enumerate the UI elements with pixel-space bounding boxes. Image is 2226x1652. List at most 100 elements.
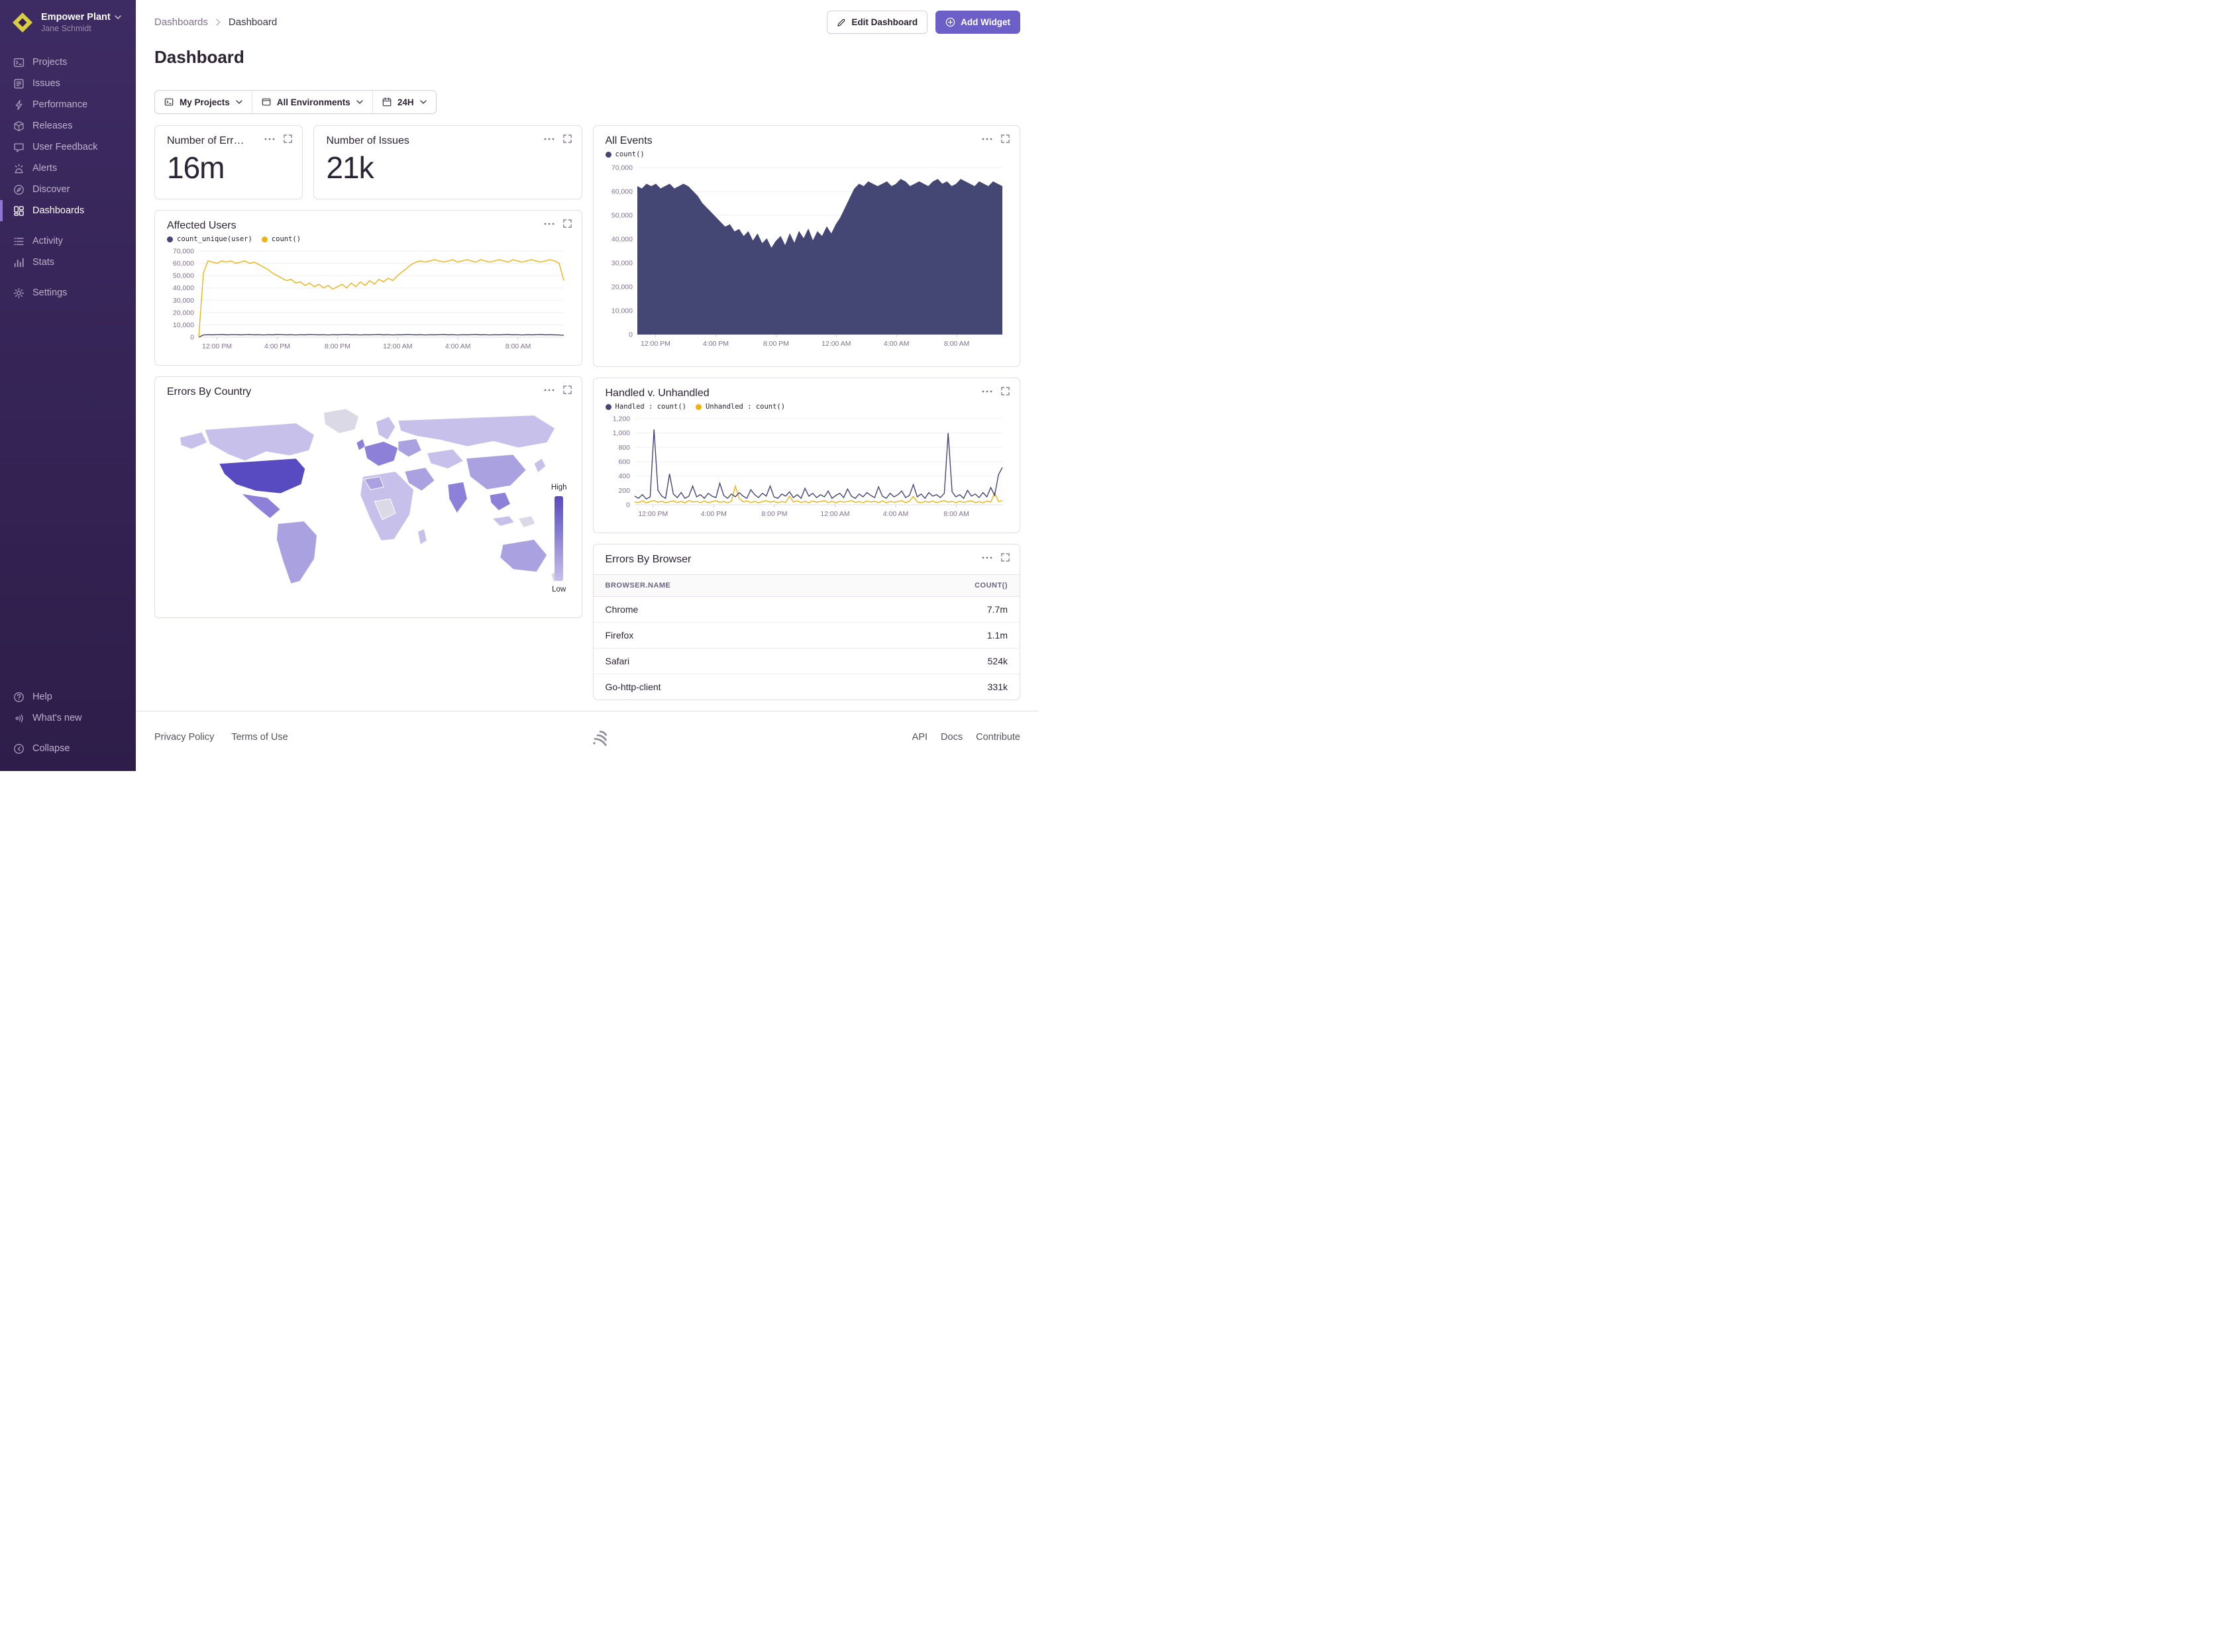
sidebar-item-label: Discover: [32, 184, 70, 195]
widget-menu-icon[interactable]: [544, 223, 555, 225]
svg-text:70,000: 70,000: [173, 248, 194, 256]
time-range-filter[interactable]: 24H: [373, 91, 436, 113]
chevron-down-icon: [115, 15, 121, 19]
terms-of-use-link[interactable]: Terms of Use: [231, 732, 288, 743]
browser-name: Chrome: [606, 604, 639, 615]
issues-icon: [13, 78, 25, 89]
svg-text:30,000: 30,000: [611, 260, 632, 268]
sidebar-item-label: Alerts: [32, 163, 57, 174]
sidebar-item-performance[interactable]: Performance: [0, 94, 136, 115]
svg-text:0: 0: [190, 334, 194, 342]
widget-errors-by-country: Errors By Country: [154, 376, 582, 618]
widget-expand-icon[interactable]: [1001, 387, 1010, 395]
widget-expand-icon[interactable]: [563, 386, 572, 394]
table-header: BROWSER.NAME COUNT(): [594, 574, 1020, 597]
page-title: Dashboard: [136, 34, 1039, 68]
kpi-value: 21k: [326, 150, 569, 185]
widget-menu-icon[interactable]: [982, 390, 992, 393]
widget-expand-icon[interactable]: [1001, 134, 1010, 143]
widget-expand-icon[interactable]: [563, 219, 572, 228]
browser-count: 7.7m: [987, 604, 1008, 615]
widget-title: Handled v. Unhandled: [606, 387, 1008, 399]
table-row[interactable]: Firefox1.1m: [594, 623, 1020, 648]
alerts-icon: [13, 163, 25, 174]
sidebar-item-label: Collapse: [32, 743, 70, 754]
environments-filter[interactable]: All Environments: [252, 91, 373, 113]
svg-text:8:00 PM: 8:00 PM: [325, 342, 350, 350]
legend-dot: [606, 404, 611, 410]
calendar-icon: [382, 97, 392, 107]
svg-text:12:00 PM: 12:00 PM: [641, 340, 670, 348]
contribute-link[interactable]: Contribute: [976, 732, 1020, 743]
map-legend-gradient: [555, 496, 563, 581]
sidebar-item-dashboards[interactable]: Dashboards: [0, 200, 136, 221]
sidebar-item-issues[interactable]: Issues: [0, 73, 136, 94]
widget-expand-icon[interactable]: [1001, 553, 1010, 562]
sidebar-item-collapse[interactable]: Collapse: [0, 738, 136, 759]
environments-filter-icon: [262, 97, 271, 107]
widget-menu-icon[interactable]: [982, 556, 992, 559]
sidebar-item-discover[interactable]: Discover: [0, 179, 136, 200]
add-widget-button[interactable]: Add Widget: [935, 11, 1020, 34]
sidebar-item-stats[interactable]: Stats: [0, 252, 136, 273]
svg-text:8:00 AM: 8:00 AM: [943, 510, 969, 518]
sidebar-item-alerts[interactable]: Alerts: [0, 158, 136, 179]
breadcrumb-dashboards[interactable]: Dashboards: [154, 17, 208, 28]
sidebar-bottom: Help What's new Collapse: [0, 686, 136, 759]
sidebar-item-releases[interactable]: Releases: [0, 115, 136, 136]
kpi-value: 16m: [167, 150, 290, 185]
chevron-down-icon: [356, 100, 363, 104]
svg-text:4:00 AM: 4:00 AM: [445, 342, 471, 350]
projects-filter-icon: [164, 97, 174, 107]
widget-errors-by-browser: Errors By Browser BROWSER.NAME COUNT() C…: [593, 544, 1021, 700]
widget-number-of-errors: Number of Err… 16m: [154, 125, 303, 199]
edit-dashboard-button[interactable]: Edit Dashboard: [827, 11, 928, 34]
svg-text:4:00 AM: 4:00 AM: [883, 340, 909, 348]
browser-name: Go-http-client: [606, 682, 661, 692]
chart-legend: Handled : count() Unhandled : count(): [606, 403, 1008, 411]
widget-all-events: All Events count() 010,00020,00030,00040…: [593, 125, 1021, 367]
help-icon: [13, 692, 25, 703]
performance-icon: [13, 99, 25, 111]
edit-dashboard-label: Edit Dashboard: [851, 17, 918, 27]
svg-text:8:00 AM: 8:00 AM: [505, 342, 531, 350]
widget-menu-icon[interactable]: [982, 138, 992, 140]
widget-menu-icon[interactable]: [544, 138, 555, 140]
widget-menu-icon[interactable]: [544, 389, 555, 391]
privacy-policy-link[interactable]: Privacy Policy: [154, 732, 214, 743]
sidebar-item-activity[interactable]: Activity: [0, 231, 136, 252]
widget-expand-icon[interactable]: [284, 134, 292, 143]
collapse-icon: [13, 743, 25, 754]
docs-link[interactable]: Docs: [941, 732, 963, 743]
svg-text:4:00 PM: 4:00 PM: [700, 510, 726, 518]
sidebar-item-settings[interactable]: Settings: [0, 282, 136, 303]
sidebar-item-whats-new[interactable]: What's new: [0, 707, 136, 729]
table-row[interactable]: Safari524k: [594, 648, 1020, 674]
browser-count: 1.1m: [987, 630, 1008, 641]
sidebar-item-projects[interactable]: Projects: [0, 52, 136, 73]
browser-count: 524k: [988, 656, 1008, 666]
widget-expand-icon[interactable]: [563, 134, 572, 143]
svg-text:50,000: 50,000: [611, 212, 632, 220]
sidebar-item-help[interactable]: Help: [0, 686, 136, 707]
sidebar-item-label: Performance: [32, 99, 87, 110]
filter-bar: My Projects All Environments 24H: [154, 90, 437, 114]
svg-text:60,000: 60,000: [611, 188, 632, 196]
svg-text:50,000: 50,000: [173, 272, 194, 280]
org-switcher[interactable]: Empower Plant Jane Schmidt: [0, 11, 136, 34]
widget-title: Errors By Country: [167, 386, 570, 398]
svg-text:8:00 AM: 8:00 AM: [943, 340, 969, 348]
sidebar-item-user-feedback[interactable]: User Feedback: [0, 136, 136, 158]
widget-menu-icon[interactable]: [264, 138, 275, 140]
table-row[interactable]: Go-http-client331k: [594, 674, 1020, 699]
projects-filter[interactable]: My Projects: [155, 91, 252, 113]
table-row[interactable]: Chrome 7.7m: [594, 597, 1020, 623]
svg-text:8:00 PM: 8:00 PM: [761, 510, 787, 518]
svg-text:1,200: 1,200: [612, 415, 629, 423]
sidebar: Empower Plant Jane Schmidt Projects Issu…: [0, 0, 136, 771]
api-link[interactable]: API: [912, 732, 928, 743]
legend-label: count_unique(user): [177, 235, 252, 243]
sidebar-item-label: Activity: [32, 236, 63, 246]
time-range-label: 24H: [398, 97, 414, 107]
widget-grid: Number of Err… 16m Number of Issues 21k: [136, 114, 1039, 700]
